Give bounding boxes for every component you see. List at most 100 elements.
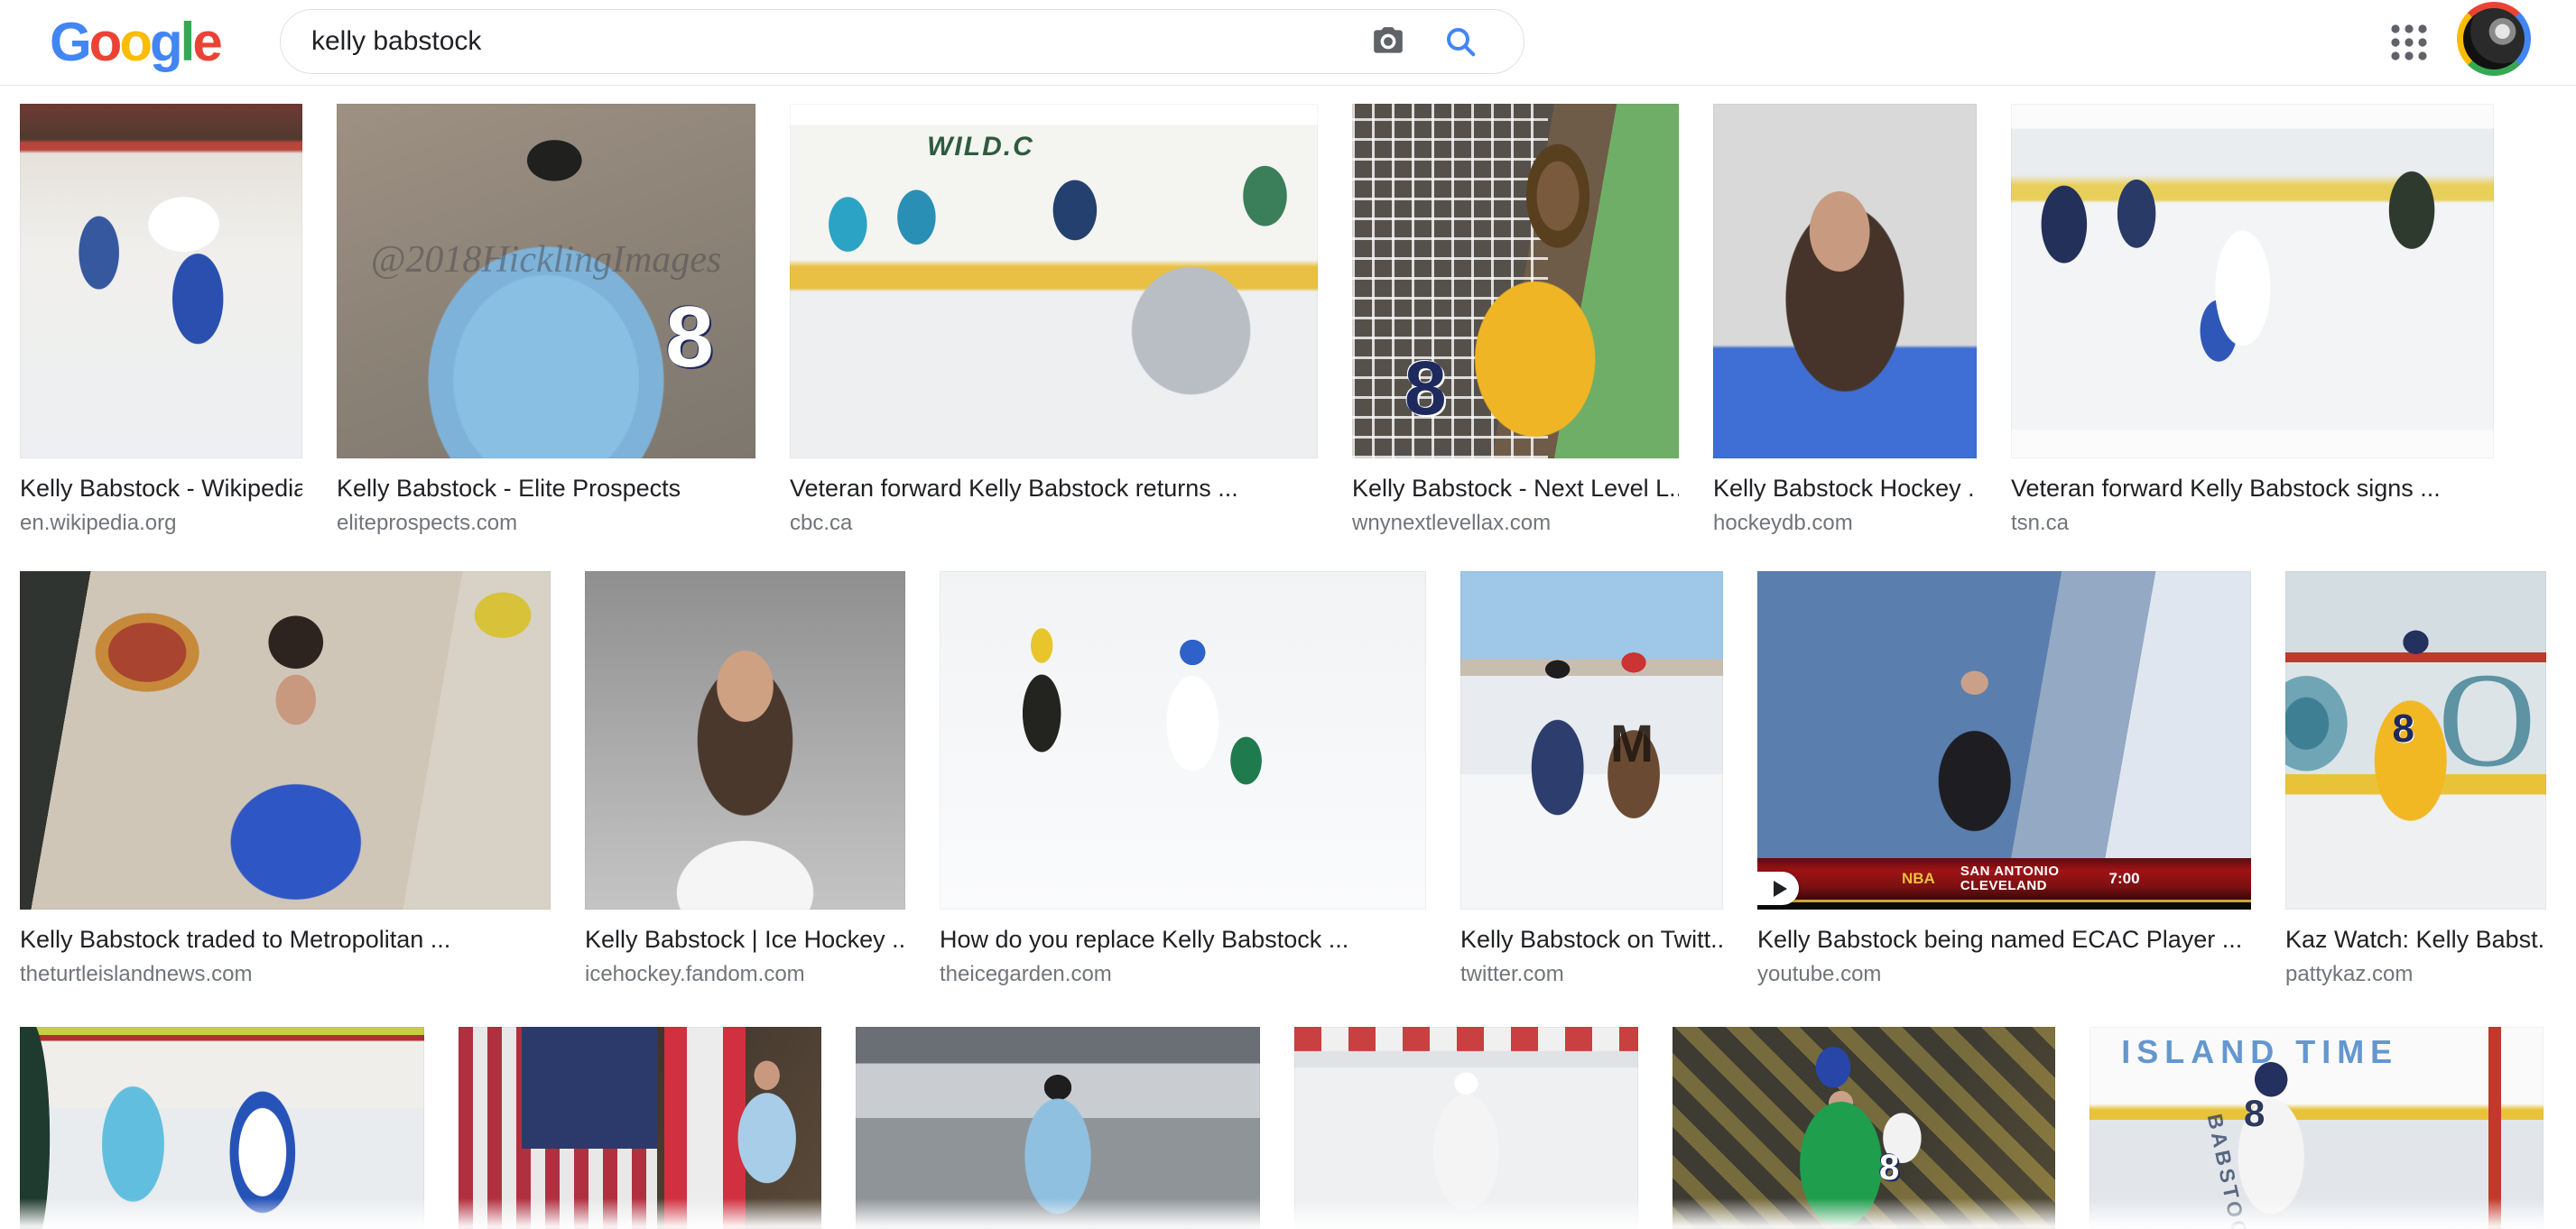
result-caption: Kelly Babstock - Wikipedia en.wikipedia.…: [20, 473, 302, 537]
image-result[interactable]: [459, 1027, 821, 1229]
result-domain: theicegarden.com: [940, 961, 1426, 988]
result-caption: Kelly Babstock being named ECAC Player .…: [1757, 924, 2251, 988]
image-result[interactable]: O 8 Kaz Watch: Kelly Babst... pattykaz.c…: [2285, 571, 2546, 988]
google-logo[interactable]: Google: [50, 7, 220, 78]
result-thumbnail[interactable]: [20, 104, 302, 458]
result-caption: Kelly Babstock on Twitt... twitter.com: [1460, 924, 1723, 988]
image-result[interactable]: How do you replace Kelly Babstock ... th…: [940, 571, 1426, 988]
result-thumbnail[interactable]: [856, 1027, 1260, 1229]
video-result[interactable]: NBA SAN ANTONIO CLEVELAND 7:00 Kelly Bab…: [1757, 571, 2251, 988]
result-title[interactable]: Kelly Babstock on Twitt...: [1460, 924, 1723, 955]
rink-board-text: WILD.C: [927, 132, 1034, 162]
result-caption: Veteran forward Kelly Babstock returns .…: [790, 473, 1318, 537]
image-result[interactable]: ISLAND TIME BABSTOCK 8: [2090, 1027, 2544, 1229]
ticker-league: NBA: [1902, 870, 1935, 888]
result-thumbnail[interactable]: WILD.C: [790, 104, 1318, 458]
result-thumbnail[interactable]: [585, 571, 905, 910]
result-domain: icehockey.fandom.com: [585, 961, 905, 988]
ticker-team1: SAN ANTONIO: [1960, 864, 2060, 879]
result-title[interactable]: Veteran forward Kelly Babstock returns .…: [790, 473, 1318, 504]
result-title[interactable]: Kelly Babstock Hockey ...: [1713, 473, 1977, 504]
camera-icon[interactable]: [1368, 22, 1408, 61]
header-bar: Google: [0, 0, 2576, 86]
result-title[interactable]: Veteran forward Kelly Babstock signs ...: [2011, 473, 2494, 504]
image-result[interactable]: 8: [1673, 1027, 2055, 1229]
result-domain: en.wikipedia.org: [20, 510, 302, 537]
result-domain: youtube.com: [1757, 961, 2251, 988]
result-title[interactable]: Kelly Babstock traded to Metropolitan ..…: [20, 924, 551, 955]
result-thumbnail[interactable]: 8: [1352, 104, 1679, 458]
result-thumbnail[interactable]: ISLAND TIME BABSTOCK 8: [2090, 1027, 2544, 1229]
result-domain: hockeydb.com: [1713, 510, 1977, 537]
jersey-number: 8: [2392, 707, 2414, 752]
result-domain: twitter.com: [1460, 961, 1723, 988]
search-bar[interactable]: [280, 9, 1524, 74]
result-caption: Kelly Babstock Hockey ... hockeydb.com: [1713, 473, 1977, 537]
ticker-time: 7:00: [2109, 870, 2140, 888]
result-title[interactable]: Kelly Babstock - Wikipedia: [20, 473, 302, 504]
jersey-number: 8: [1404, 345, 1447, 432]
image-result[interactable]: Kelly Babstock traded to Metropolitan ..…: [20, 571, 551, 988]
rink-board-text: ISLAND TIME: [2121, 1033, 2398, 1071]
rink-board-letter: O: [2438, 652, 2535, 788]
jersey-number: 8: [1879, 1148, 1899, 1188]
ticker-teams: SAN ANTONIO CLEVELAND: [1960, 864, 2060, 893]
result-caption: Kaz Watch: Kelly Babst... pattykaz.com: [2285, 924, 2546, 988]
profile-avatar-photo: [2463, 8, 2525, 69]
result-domain: cbc.ca: [790, 510, 1318, 537]
image-result[interactable]: Kelly Babstock - Wikipedia en.wikipedia.…: [20, 104, 302, 537]
jersey-letter: M: [1610, 714, 1654, 774]
result-title[interactable]: Kelly Babstock - Elite Prospects: [337, 473, 755, 504]
image-result[interactable]: [1294, 1027, 1638, 1229]
result-caption: Kelly Babstock - Elite Prospects elitepr…: [337, 473, 755, 537]
result-thumbnail[interactable]: [940, 571, 1426, 910]
search-input[interactable]: [310, 25, 1351, 58]
result-caption: Kelly Babstock traded to Metropolitan ..…: [20, 924, 551, 988]
result-title[interactable]: How do you replace Kelly Babstock ...: [940, 924, 1426, 955]
image-result[interactable]: [856, 1027, 1260, 1229]
image-result[interactable]: M Kelly Babstock on Twitt... twitter.com: [1460, 571, 1723, 988]
play-icon: [1774, 881, 1787, 897]
image-result[interactable]: @2018HicklingImages 8 Kelly Babstock - E…: [337, 104, 755, 537]
news-ticker-overlay: NBA SAN ANTONIO CLEVELAND 7:00: [1757, 858, 2251, 902]
ticker-team2: CLEVELAND: [1960, 878, 2047, 893]
result-domain: eliteprospects.com: [337, 510, 755, 537]
search-icon[interactable]: [1441, 22, 1480, 61]
result-domain: pattykaz.com: [2285, 961, 2546, 988]
result-title[interactable]: Kelly Babstock - Next Level L...: [1352, 473, 1679, 504]
result-caption: How do you replace Kelly Babstock ... th…: [940, 924, 1426, 988]
result-thumbnail[interactable]: [2011, 104, 2494, 458]
result-thumbnail[interactable]: [459, 1027, 821, 1229]
result-caption: Veteran forward Kelly Babstock signs ...…: [2011, 473, 2494, 537]
image-result[interactable]: Kelly Babstock Hockey ... hockeydb.com: [1713, 104, 1977, 537]
result-domain: theturtleislandnews.com: [20, 961, 551, 988]
result-title[interactable]: Kaz Watch: Kelly Babst...: [2285, 924, 2546, 955]
result-thumbnail[interactable]: [1713, 104, 1977, 458]
result-thumbnail[interactable]: M: [1460, 571, 1723, 910]
result-thumbnail[interactable]: [20, 1027, 424, 1229]
ticker-base-bar: [1757, 902, 2251, 910]
image-result[interactable]: WILD.C Veteran forward Kelly Babstock re…: [790, 104, 1318, 537]
result-caption: Kelly Babstock | Ice Hockey ... icehocke…: [585, 924, 905, 988]
video-play-badge: [1757, 872, 1799, 905]
profile-avatar[interactable]: [2457, 2, 2531, 76]
photo-watermark: @2018HicklingImages: [337, 238, 755, 282]
image-result[interactable]: Veteran forward Kelly Babstock signs ...…: [2011, 104, 2494, 537]
video-thumbnail[interactable]: NBA SAN ANTONIO CLEVELAND 7:00: [1757, 571, 2251, 910]
result-domain: tsn.ca: [2011, 510, 2494, 537]
result-title[interactable]: Kelly Babstock | Ice Hockey ...: [585, 924, 905, 955]
result-caption: Kelly Babstock - Next Level L... wnynext…: [1352, 473, 1679, 537]
jersey-number: 8: [665, 288, 713, 387]
image-result[interactable]: [20, 1027, 424, 1229]
image-result[interactable]: 8 Kelly Babstock - Next Level L... wnyne…: [1352, 104, 1679, 537]
result-thumbnail[interactable]: @2018HicklingImages 8: [337, 104, 755, 458]
result-thumbnail[interactable]: 8: [1673, 1027, 2055, 1229]
google-images-results-page: Google: [0, 0, 2576, 1229]
apps-grid-icon[interactable]: [2388, 22, 2430, 63]
result-thumbnail[interactable]: [20, 571, 551, 910]
result-thumbnail[interactable]: [1294, 1027, 1638, 1229]
result-title[interactable]: Kelly Babstock being named ECAC Player .…: [1757, 924, 2251, 955]
image-result[interactable]: Kelly Babstock | Ice Hockey ... icehocke…: [585, 571, 905, 988]
result-thumbnail[interactable]: O 8: [2285, 571, 2546, 910]
result-domain: wnynextlevellax.com: [1352, 510, 1679, 537]
